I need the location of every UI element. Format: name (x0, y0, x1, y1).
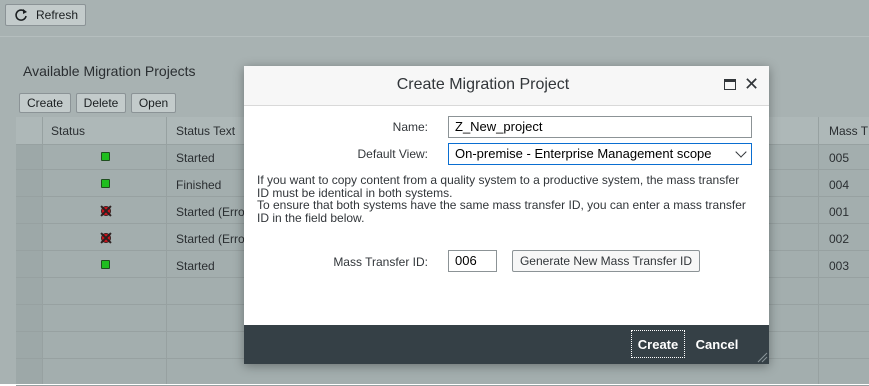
status-text-cell: Started (176, 259, 215, 273)
status-error-icon (101, 206, 111, 216)
dialog-title: Create Migration Project (396, 76, 570, 93)
create-button[interactable]: Create (631, 330, 685, 358)
resize-grip-icon[interactable] (756, 351, 768, 363)
name-input[interactable]: Z_New_project (448, 116, 752, 138)
delete-project-button[interactable]: Delete (76, 93, 126, 113)
status-ok-icon (101, 179, 110, 188)
chevron-down-icon (735, 146, 747, 158)
mass-transfer-id-label: Mass Transfer ID: (333, 255, 428, 269)
dialog-header: Create Migration Project ✕ (244, 66, 769, 106)
name-label: Name: (392, 120, 428, 134)
toolbar-divider (0, 36, 869, 37)
dialog-footer: Create Cancel (244, 325, 769, 364)
default-view-select[interactable]: On-premise - Enterprise Management scope (448, 143, 752, 165)
refresh-button[interactable]: Refresh (5, 4, 86, 26)
section-title: Available Migration Projects (23, 63, 196, 79)
cancel-button[interactable]: Cancel (691, 330, 743, 358)
status-ok-icon (101, 260, 110, 269)
status-text-cell: Started (Erro (176, 205, 245, 219)
default-view-label: Default View: (357, 147, 428, 161)
create-project-button[interactable]: Create (19, 93, 71, 113)
maximize-icon[interactable] (724, 79, 736, 90)
refresh-icon (15, 9, 27, 21)
close-icon[interactable]: ✕ (744, 75, 759, 93)
mass-transfer-cell: 004 (829, 178, 850, 192)
status-text-cell: Started (176, 151, 215, 165)
mass-transfer-info-text: If you want to copy content from a quali… (257, 174, 757, 224)
mass-transfer-cell: 001 (829, 205, 850, 219)
info-line: To ensure that both systems have the sam… (257, 198, 746, 212)
mass-transfer-cell: 005 (829, 151, 850, 165)
status-text-cell: Started (Erro (176, 232, 245, 246)
status-text-cell: Finished (176, 178, 222, 192)
info-line: ID in the field below. (257, 210, 365, 225)
column-header-status[interactable]: Status (51, 124, 85, 138)
mass-transfer-id-input[interactable]: 006 (448, 250, 497, 272)
open-project-button[interactable]: Open (131, 93, 176, 113)
generate-mass-transfer-id-button[interactable]: Generate New Mass Transfer ID (512, 250, 700, 272)
info-line: If you want to copy content from a quali… (257, 173, 740, 187)
mass-transfer-cell: 003 (829, 259, 850, 273)
create-migration-project-dialog: Create Migration Project ✕ Name: Z_New_p… (244, 66, 769, 364)
status-ok-icon (101, 152, 110, 161)
default-view-value: On-premise - Enterprise Management scope (455, 146, 712, 161)
refresh-label: Refresh (36, 8, 79, 22)
status-error-icon (101, 233, 111, 243)
column-header-mass-transfer[interactable]: Mass T (829, 124, 868, 138)
column-header-status-text[interactable]: Status Text (176, 124, 235, 138)
mass-transfer-cell: 002 (829, 232, 850, 246)
